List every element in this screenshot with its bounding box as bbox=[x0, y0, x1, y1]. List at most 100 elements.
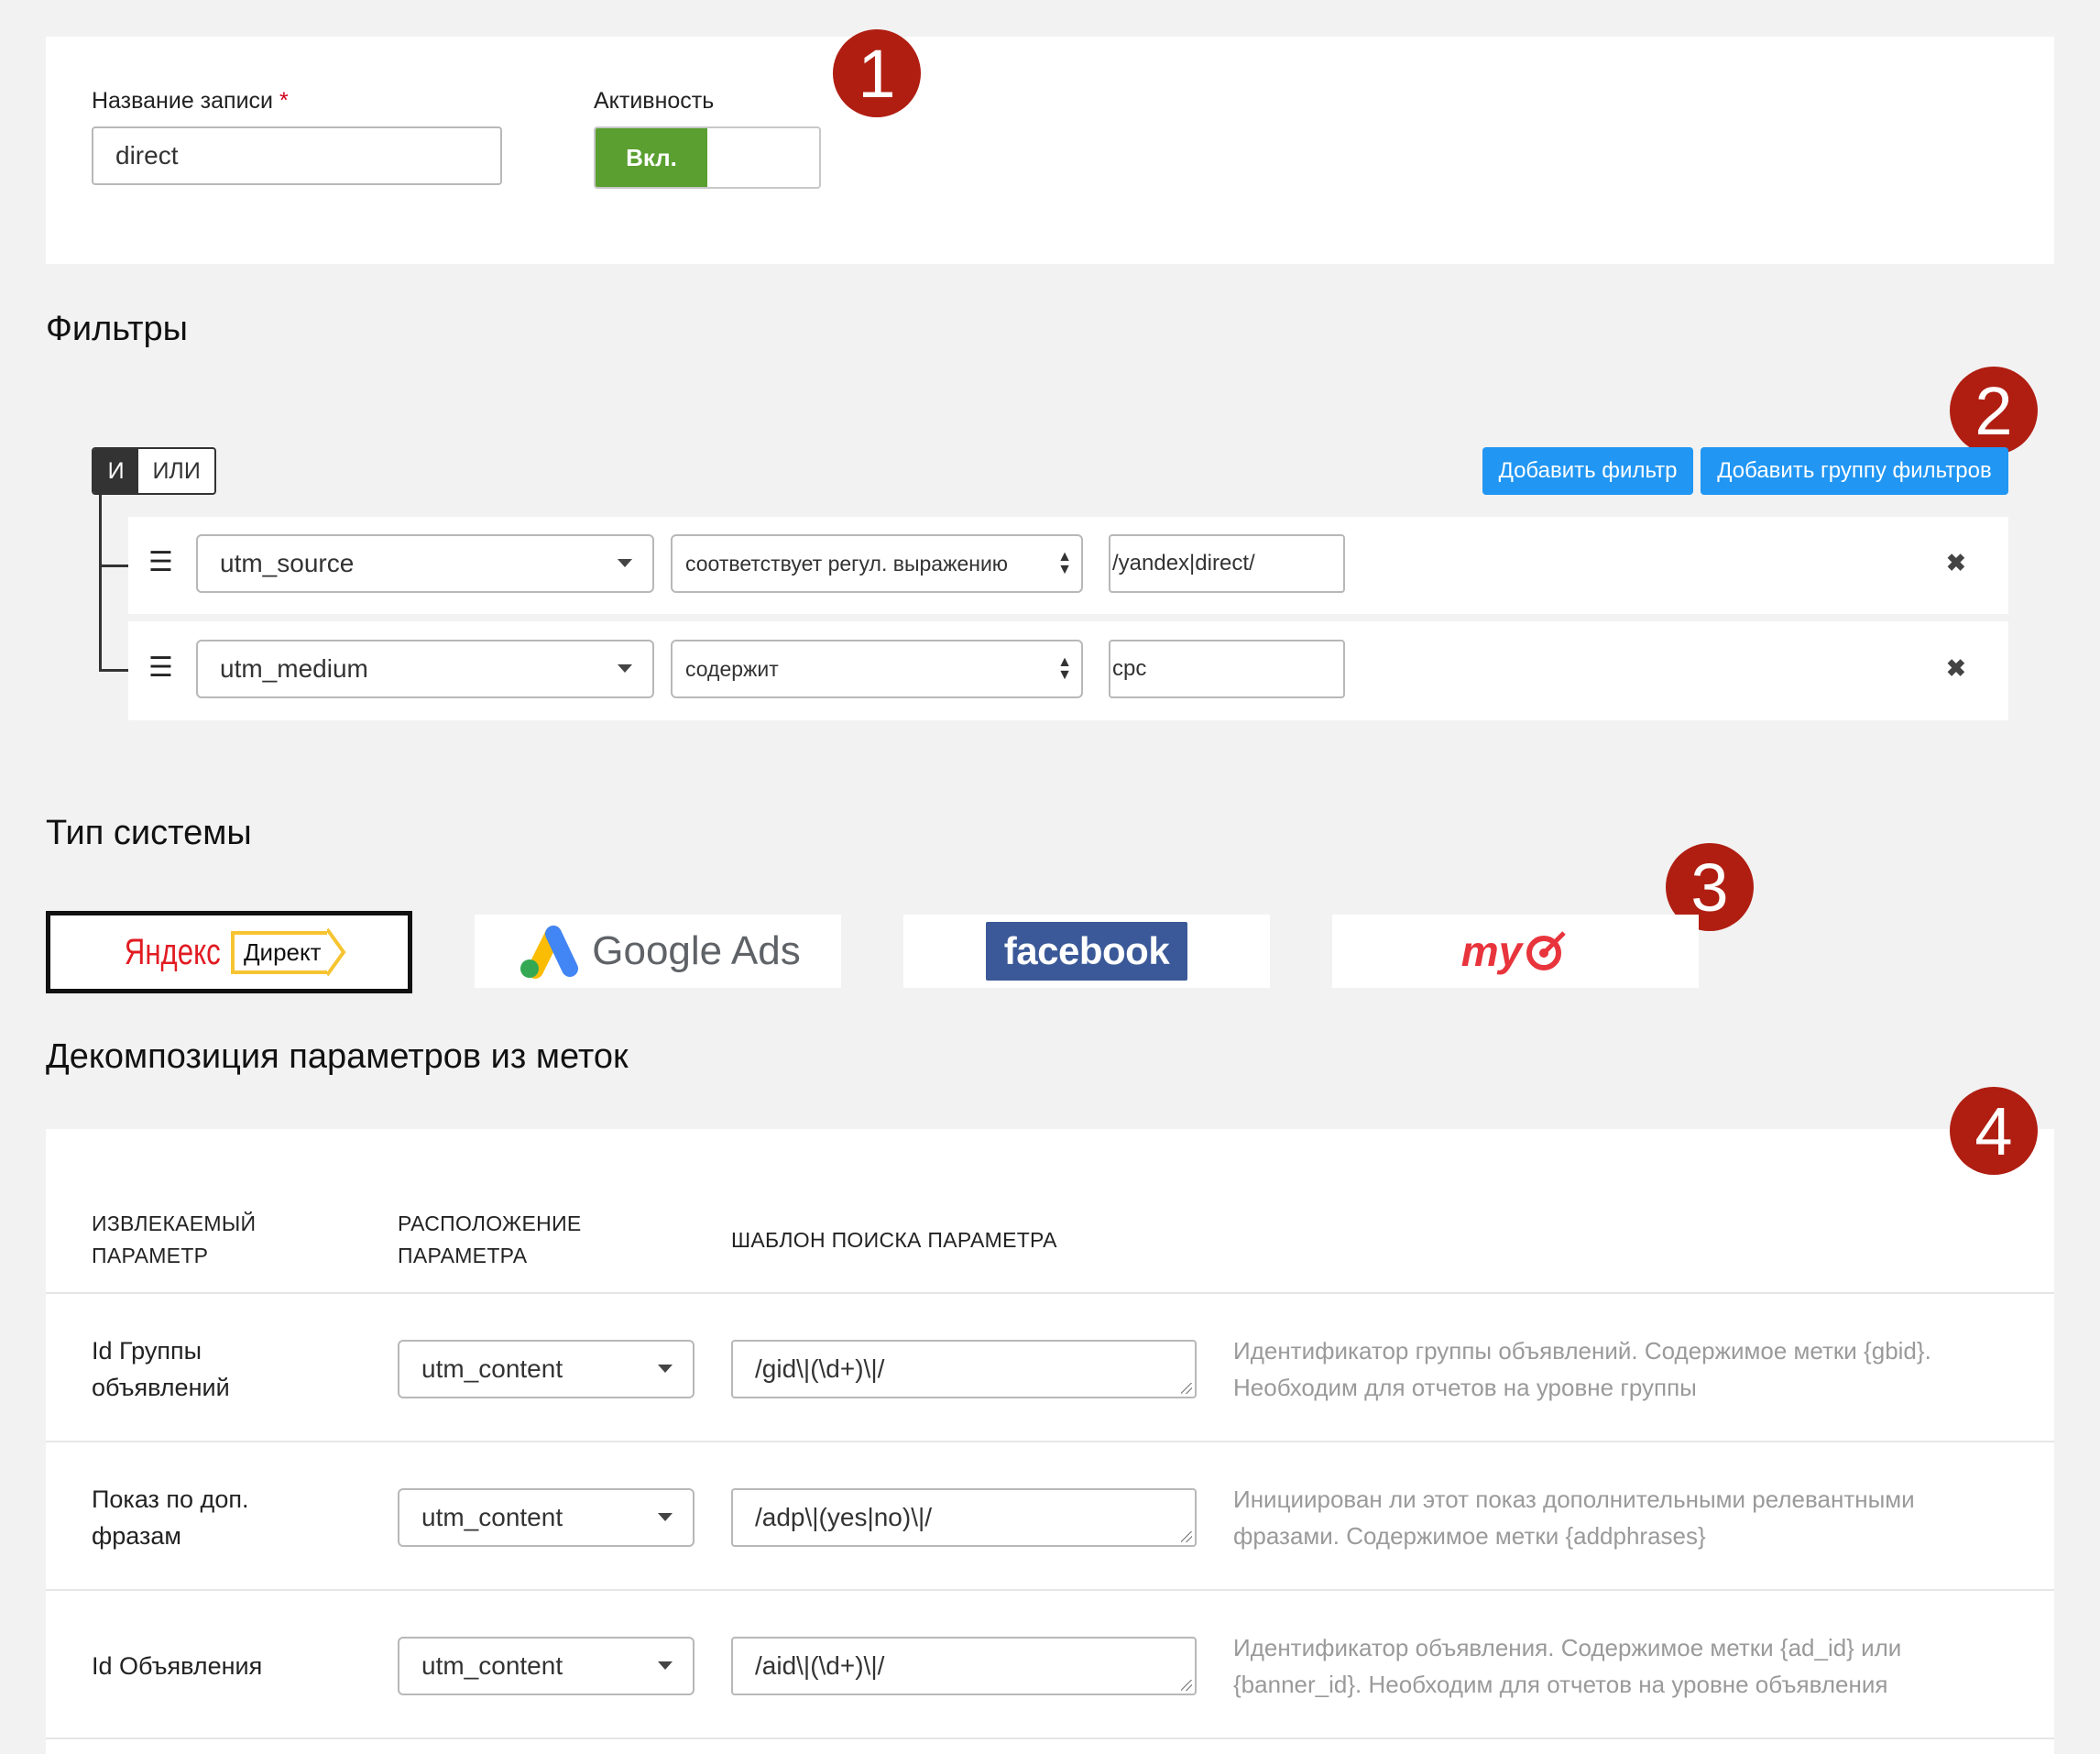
param-name: Показ по доп. фразам bbox=[92, 1481, 248, 1554]
table-divider bbox=[46, 1441, 2054, 1442]
param-name: Id Группы объявлений bbox=[92, 1332, 230, 1406]
tree-connector-branch-1 bbox=[99, 565, 128, 567]
filter-field-value: utm_source bbox=[220, 549, 355, 577]
toggle-on-state: Вкл. bbox=[596, 128, 707, 187]
table-divider bbox=[46, 1738, 2054, 1739]
param-name: Id Объявления bbox=[92, 1648, 262, 1684]
record-name-label: Название записи * bbox=[92, 88, 289, 115]
chevron-down-icon bbox=[658, 1661, 673, 1670]
param-description-line2: {banner_id}. Необходим для отчетов на ур… bbox=[1233, 1671, 1888, 1698]
target-icon bbox=[1526, 931, 1567, 970]
param-location-select[interactable]: utm_content bbox=[398, 1637, 695, 1695]
remove-filter-icon[interactable]: ✖ bbox=[1946, 549, 1966, 577]
param-location-select[interactable]: utm_content bbox=[398, 1340, 695, 1398]
param-description: Идентификатор объявления. Содержимое мет… bbox=[1233, 1629, 1901, 1703]
tree-connector-vertical bbox=[99, 495, 102, 671]
record-name-value: direct bbox=[115, 141, 179, 170]
param-description-line2: Необходим для отчетов на уровне группы bbox=[1233, 1374, 1697, 1401]
filters-title: Фильтры bbox=[46, 310, 188, 348]
param-name-line1: Показ по доп. bbox=[92, 1485, 249, 1513]
logic-and-button[interactable]: И bbox=[93, 449, 139, 493]
param-pattern-textarea[interactable]: /adp\|(yes|no)\|/ bbox=[731, 1488, 1197, 1547]
record-name-input[interactable]: direct bbox=[92, 126, 502, 185]
add-filter-button[interactable]: Добавить фильтр bbox=[1482, 447, 1693, 495]
required-mark: * bbox=[279, 88, 289, 114]
filter-value-text: cpc bbox=[1112, 656, 1147, 681]
param-location-value: utm_content bbox=[421, 1651, 563, 1680]
facebook-logo-text: facebook bbox=[985, 922, 1188, 981]
filter-operator-select[interactable]: содержит ▲ ▼ bbox=[671, 640, 1083, 698]
system-option-google-ads[interactable]: Google Ads bbox=[475, 915, 841, 988]
header-param: ИЗВЛЕКАЕМЫЙ ПАРАМЕТР bbox=[92, 1208, 256, 1272]
updown-arrows-icon: ▲ ▼ bbox=[1057, 654, 1072, 683]
drag-handle-icon[interactable]: ☰ bbox=[148, 546, 173, 578]
header-param-line1: ИЗВЛЕКАЕМЫЙ bbox=[92, 1211, 257, 1235]
drag-handle-icon[interactable]: ☰ bbox=[148, 652, 173, 684]
logic-or-button[interactable]: ИЛИ bbox=[138, 449, 214, 493]
header-pattern: ШАБЛОН ПОИСКА ПАРАМЕТРА bbox=[731, 1228, 1057, 1252]
param-location-select[interactable]: utm_content bbox=[398, 1488, 695, 1547]
filter-field-select[interactable]: utm_medium bbox=[196, 640, 654, 698]
tree-connector-branch-2 bbox=[99, 669, 128, 672]
direct-tag-arrow-icon bbox=[326, 927, 346, 977]
filter-operator-select[interactable]: соответствует регул. выражению ▲ ▼ bbox=[671, 534, 1083, 593]
param-pattern-value: /adp\|(yes|no)\|/ bbox=[755, 1503, 933, 1531]
param-name-line2: фразам bbox=[92, 1522, 181, 1550]
add-filter-group-button[interactable]: Добавить группу фильтров bbox=[1701, 447, 2008, 495]
param-description: Инициирован ли этот показ дополнительным… bbox=[1233, 1481, 1915, 1554]
logic-toggle[interactable]: И ИЛИ bbox=[92, 447, 216, 495]
param-location-value: utm_content bbox=[421, 1354, 563, 1383]
marker-1: 1 bbox=[833, 29, 921, 117]
activity-toggle[interactable]: Вкл. bbox=[594, 126, 821, 189]
filter-value-input[interactable]: /yandex|direct/ bbox=[1109, 534, 1345, 593]
system-option-yandex-direct[interactable]: Яндекс Директ bbox=[46, 911, 412, 993]
yandex-logo-word: Яндекс bbox=[125, 931, 222, 972]
system-option-mytarget[interactable]: my bbox=[1332, 915, 1699, 988]
activity-label: Активность bbox=[594, 88, 715, 114]
remove-filter-icon[interactable]: ✖ bbox=[1946, 654, 1966, 683]
param-description: Идентификатор группы объявлений. Содержи… bbox=[1233, 1332, 1931, 1406]
resize-grip-icon[interactable] bbox=[1181, 1680, 1192, 1691]
updown-arrows-icon: ▲ ▼ bbox=[1057, 549, 1072, 577]
direct-tag: Директ bbox=[230, 927, 347, 977]
filter-field-select[interactable]: utm_source bbox=[196, 534, 654, 593]
param-name-line1: Id Группы bbox=[92, 1337, 202, 1365]
param-pattern-textarea[interactable]: /gid\|(\d+)\|/ bbox=[731, 1340, 1197, 1398]
marker-2: 2 bbox=[1950, 367, 2038, 455]
param-name-line1: Id Объявления bbox=[92, 1652, 263, 1680]
param-description-line2: фразами. Содержимое метки {addphrases} bbox=[1233, 1522, 1706, 1550]
mytarget-logo-text: my bbox=[1460, 927, 1523, 975]
google-ads-logo-text: Google Ads bbox=[592, 928, 801, 973]
header-param-line2: ПАРАМЕТР bbox=[92, 1244, 209, 1267]
header-location: РАСПОЛОЖЕНИЕ ПАРАМЕТРА bbox=[398, 1208, 582, 1272]
chevron-down-icon bbox=[618, 559, 632, 567]
header-location-line2: ПАРАМЕТРА bbox=[398, 1244, 528, 1267]
resize-grip-icon[interactable] bbox=[1181, 1383, 1192, 1394]
param-pattern-value: /aid\|(\d+)\|/ bbox=[755, 1651, 885, 1680]
filter-field-value: utm_medium bbox=[220, 654, 368, 683]
resize-grip-icon[interactable] bbox=[1181, 1531, 1192, 1542]
decomposition-title: Декомпозиция параметров из меток bbox=[46, 1037, 629, 1076]
table-divider bbox=[46, 1292, 2054, 1294]
filter-operator-value: содержит bbox=[685, 656, 779, 681]
param-location-value: utm_content bbox=[421, 1503, 563, 1531]
param-pattern-value: /gid\|(\d+)\|/ bbox=[755, 1354, 885, 1383]
chevron-down-icon bbox=[658, 1365, 673, 1373]
header-location-line1: РАСПОЛОЖЕНИЕ bbox=[398, 1211, 582, 1235]
record-name-label-text: Название записи bbox=[92, 88, 273, 114]
marker-4: 4 bbox=[1950, 1087, 2038, 1175]
filter-value-input[interactable]: cpc bbox=[1109, 640, 1345, 698]
filter-value-text: /yandex|direct/ bbox=[1112, 551, 1255, 576]
chevron-down-icon bbox=[618, 664, 632, 673]
param-description-line1: Идентификатор объявления. Содержимое мет… bbox=[1233, 1634, 1902, 1661]
param-pattern-textarea[interactable]: /aid\|(\d+)\|/ bbox=[731, 1637, 1197, 1695]
param-description-line1: Инициирован ли этот показ дополнительным… bbox=[1233, 1485, 1915, 1513]
table-divider bbox=[46, 1589, 2054, 1591]
google-ads-logo-icon bbox=[520, 926, 579, 979]
system-option-facebook[interactable]: facebook bbox=[903, 915, 1270, 988]
param-name-line2: объявлений bbox=[92, 1374, 230, 1401]
chevron-down-icon bbox=[658, 1513, 673, 1521]
system-type-title: Тип системы bbox=[46, 814, 252, 852]
param-description-line1: Идентификатор группы объявлений. Содержи… bbox=[1233, 1337, 1931, 1365]
direct-tag-text: Директ bbox=[230, 930, 327, 974]
